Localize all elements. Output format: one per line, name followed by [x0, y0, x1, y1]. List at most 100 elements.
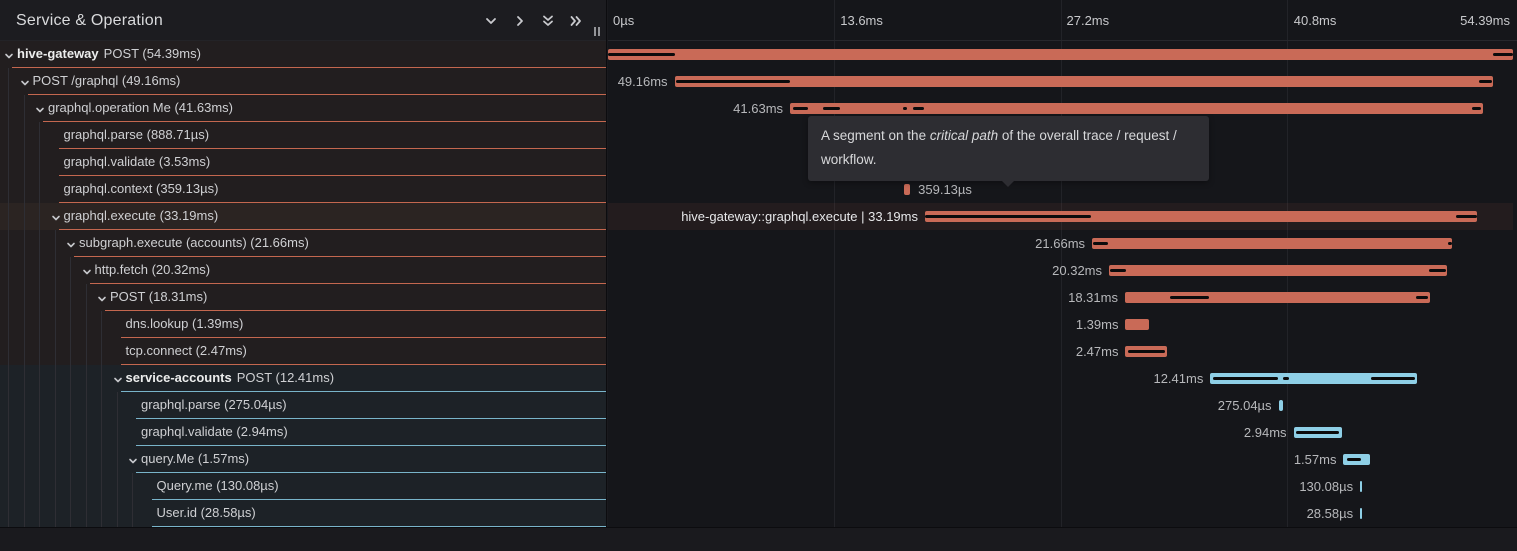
span-bar[interactable]	[1092, 238, 1452, 249]
span-duration-label: 1.57ms	[1294, 446, 1337, 473]
span-bar[interactable]	[1279, 400, 1284, 411]
span-tree-row[interactable]: graphql.parse (888.71µs)	[0, 122, 606, 149]
indent-guide	[101, 446, 102, 473]
span-bar-row[interactable]: 1.39ms	[608, 311, 1513, 338]
span-bar[interactable]	[675, 76, 1493, 87]
expand-all-icon[interactable]	[568, 14, 584, 28]
critical-path-segment	[1110, 269, 1127, 272]
chevron-down-icon[interactable]	[127, 454, 139, 466]
span-tree-row[interactable]: graphql.validate (2.94ms)	[0, 419, 606, 446]
span-bar-row[interactable]: 2.94ms	[608, 419, 1513, 446]
span-tree-row[interactable]: graphql.context (359.13µs)	[0, 176, 606, 203]
indent-guide	[39, 473, 40, 500]
span-duration-label: 21.66ms	[1035, 230, 1085, 257]
span-tree-row[interactable]: service-accountsPOST (12.41ms)	[0, 365, 606, 392]
span-tree-row[interactable]: graphql.operation Me (41.63ms)	[0, 95, 606, 122]
collapse-all-icon[interactable]	[540, 14, 556, 28]
chevron-down-icon[interactable]	[50, 211, 62, 223]
span-bar-row[interactable]: 49.16ms	[608, 68, 1513, 95]
span-tree-row[interactable]: http.fetch (20.32ms)	[0, 257, 606, 284]
indent-guide	[70, 338, 71, 365]
span-bar-row[interactable]: 2.47ms	[608, 338, 1513, 365]
span-tree-row[interactable]: graphql.parse (275.04µs)	[0, 392, 606, 419]
span-bar-row[interactable]: 28.58µs	[608, 500, 1513, 527]
span-bar-row[interactable]: 275.04µs	[608, 392, 1513, 419]
indent-guide	[24, 419, 25, 446]
span-bar[interactable]	[1294, 427, 1343, 438]
span-bar[interactable]	[1210, 373, 1416, 384]
chevron-down-icon[interactable]	[96, 292, 108, 304]
span-tree-row[interactable]: tcp.connect (2.47ms)	[0, 338, 606, 365]
span-bar[interactable]	[904, 184, 910, 195]
span-label: subgraph.execute (accounts) (21.66ms)	[79, 230, 309, 256]
span-bar[interactable]	[1109, 265, 1447, 276]
indent-guide	[70, 392, 71, 419]
chevron-down-icon[interactable]	[81, 265, 93, 277]
span-tree-row[interactable]: POST (18.31ms)	[0, 284, 606, 311]
span-tree-row[interactable]: POST /graphql (49.16ms)	[0, 68, 606, 95]
span-label: graphql.execute (33.19ms)	[64, 203, 219, 229]
indent-guide	[39, 203, 40, 230]
span-bar[interactable]	[1125, 346, 1166, 357]
indent-guide	[70, 500, 71, 527]
span-bar-row[interactable]: 1.57ms	[608, 446, 1513, 473]
span-bar[interactable]	[1125, 319, 1148, 330]
span-bar-row[interactable]	[608, 41, 1513, 68]
timeline-panel: 0µs 13.6ms 27.2ms 40.8ms 54.39ms 49.16ms…	[608, 0, 1517, 527]
indent-guide	[55, 365, 56, 392]
collapse-one-icon[interactable]	[483, 14, 499, 28]
chevron-down-icon[interactable]	[112, 373, 124, 385]
indent-guide	[101, 419, 102, 446]
critical-path-segment	[1283, 377, 1290, 380]
span-tree-row[interactable]: graphql.execute (33.19ms)	[0, 203, 606, 230]
span-tree-row[interactable]: Query.me (130.08µs)	[0, 473, 606, 500]
timeline-ticks: 0µs 13.6ms 27.2ms 40.8ms 54.39ms	[608, 0, 1513, 41]
indent-guide	[8, 446, 9, 473]
span-bar[interactable]	[1125, 292, 1430, 303]
span-bar-row[interactable]: 18.31ms	[608, 284, 1513, 311]
indent-guide	[117, 473, 118, 500]
indent-guide	[55, 230, 56, 257]
critical-path-segment	[1296, 431, 1339, 434]
span-tree-row[interactable]: User.id (28.58µs)	[0, 500, 606, 527]
indent-guide	[8, 419, 9, 446]
span-bar[interactable]	[1360, 508, 1362, 519]
span-bar[interactable]	[1343, 454, 1369, 465]
span-tree-row[interactable]: hive-gatewayPOST (54.39ms)	[0, 41, 606, 68]
span-bar-row[interactable]: 21.66ms	[608, 230, 1513, 257]
span-tree-row[interactable]: subgraph.execute (accounts) (21.66ms)	[0, 230, 606, 257]
indent-guide	[39, 419, 40, 446]
span-tree-row[interactable]: graphql.validate (3.53ms)	[0, 149, 606, 176]
span-duration-label: 18.31ms	[1068, 284, 1118, 311]
indent-guide	[24, 149, 25, 176]
indent-guide	[24, 257, 25, 284]
indent-guide	[24, 203, 25, 230]
indent-guide	[39, 257, 40, 284]
panel-resize-handle[interactable]	[593, 26, 601, 37]
span-bar[interactable]	[790, 103, 1483, 114]
span-bar[interactable]	[608, 49, 1513, 60]
indent-guide	[70, 473, 71, 500]
span-duration-label: 28.58µs	[1307, 500, 1354, 527]
expand-one-icon[interactable]	[512, 14, 528, 28]
span-bar-row[interactable]: 20.32ms	[608, 257, 1513, 284]
span-bar-row[interactable]: 12.41ms	[608, 365, 1513, 392]
critical-path-segment	[1347, 458, 1361, 461]
timeline-header: 0µs 13.6ms 27.2ms 40.8ms 54.39ms	[608, 0, 1517, 41]
indent-guide	[55, 473, 56, 500]
chevron-down-icon[interactable]	[34, 103, 46, 115]
chevron-down-icon[interactable]	[19, 76, 31, 88]
chevron-down-icon[interactable]	[65, 238, 77, 250]
indent-guide	[24, 500, 25, 527]
chevron-down-icon[interactable]	[3, 49, 15, 61]
indent-guide	[24, 446, 25, 473]
span-bar-row[interactable]: hive-gateway::graphql.execute | 33.19ms	[608, 203, 1513, 230]
indent-guide	[8, 392, 9, 419]
indent-guide	[132, 500, 133, 527]
span-bar[interactable]	[1360, 481, 1362, 492]
span-bar-row[interactable]: 130.08µs	[608, 473, 1513, 500]
span-tree-row[interactable]: query.Me (1.57ms)	[0, 446, 606, 473]
span-duration-label: 12.41ms	[1153, 365, 1203, 392]
span-tree-row[interactable]: dns.lookup (1.39ms)	[0, 311, 606, 338]
span-bar[interactable]	[925, 211, 1477, 222]
